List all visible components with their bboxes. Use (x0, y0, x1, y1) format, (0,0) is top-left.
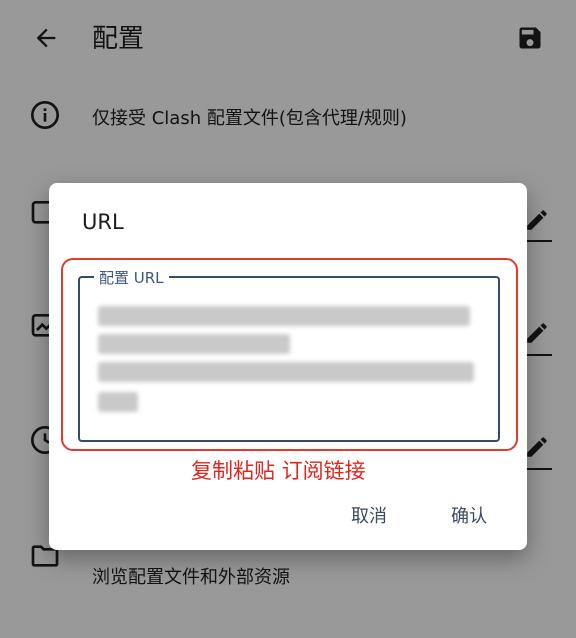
url-input[interactable] (78, 276, 500, 442)
redacted-url-line (98, 306, 470, 326)
redacted-url-line (98, 334, 290, 354)
redacted-url-line (98, 392, 138, 412)
url-field-label: 配置 URL (94, 267, 169, 288)
cancel-button[interactable]: 取消 (351, 502, 387, 528)
url-dialog: URL 配置 URL 复制粘贴 订阅链接 取消 确认 (49, 183, 527, 550)
annotation-text: 复制粘贴 订阅链接 (191, 459, 366, 483)
confirm-button[interactable]: 确认 (451, 502, 487, 528)
redacted-url-line (98, 362, 474, 382)
dialog-title: URL (82, 210, 124, 234)
